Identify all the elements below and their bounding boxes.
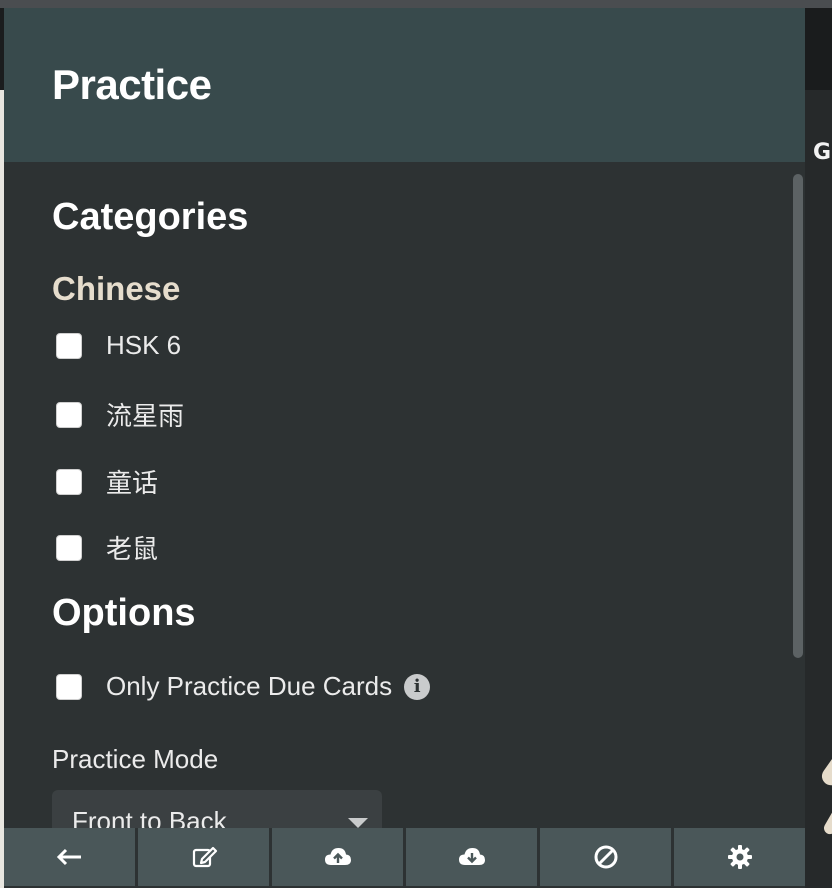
backdrop-right-strip [805, 90, 832, 888]
upload-button[interactable] [272, 828, 403, 886]
practice-popup: Practice Categories Chinese HSK 6 流星雨 童话… [4, 8, 805, 888]
gear-icon [727, 845, 752, 869]
popup-header: Practice [4, 8, 805, 162]
category-group-chinese: Chinese [52, 270, 181, 307]
only-due-checkbox[interactable] [56, 673, 82, 700]
categories-heading: Categories [52, 196, 249, 238]
backdrop-decoration [818, 729, 832, 789]
bottom-toolbar [4, 828, 805, 886]
practice-mode-label: Practice Mode [52, 744, 219, 774]
info-icon[interactable]: i [404, 673, 431, 700]
category-checkbox[interactable] [56, 332, 82, 359]
category-label: 童话 [106, 468, 159, 498]
download-button[interactable] [406, 828, 537, 886]
category-checkbox[interactable] [56, 401, 82, 428]
category-label: 流星雨 [106, 401, 185, 431]
category-item[interactable]: 童话 [56, 463, 158, 500]
edit-icon [192, 846, 217, 868]
category-item[interactable]: HSK 6 [56, 330, 181, 361]
back-arrow-icon [56, 848, 81, 866]
page-title: Practice [52, 61, 212, 108]
only-due-label: Only Practice Due Cards [106, 671, 393, 701]
chevron-down-icon [348, 818, 368, 828]
edit-button[interactable] [138, 828, 269, 886]
category-label: 老鼠 [106, 534, 159, 564]
back-button[interactable] [4, 828, 135, 886]
backdrop-text: G [813, 140, 832, 165]
ban-icon [594, 845, 617, 869]
only-due-option[interactable]: Only Practice Due Cards i [56, 671, 431, 702]
cloud-upload-icon [324, 848, 351, 865]
scrollbar[interactable] [793, 174, 803, 658]
cloud-download-icon [458, 848, 485, 865]
settings-button[interactable] [674, 828, 805, 886]
ban-button[interactable] [540, 828, 671, 886]
browser-top-edge [0, 0, 832, 8]
category-item[interactable]: 老鼠 [56, 529, 158, 566]
category-label: HSK 6 [106, 330, 182, 360]
category-checkbox[interactable] [56, 534, 82, 561]
category-item[interactable]: 流星雨 [56, 396, 184, 433]
backdrop-decoration [821, 795, 832, 837]
options-heading: Options [52, 592, 196, 634]
category-checkbox[interactable] [56, 468, 82, 495]
